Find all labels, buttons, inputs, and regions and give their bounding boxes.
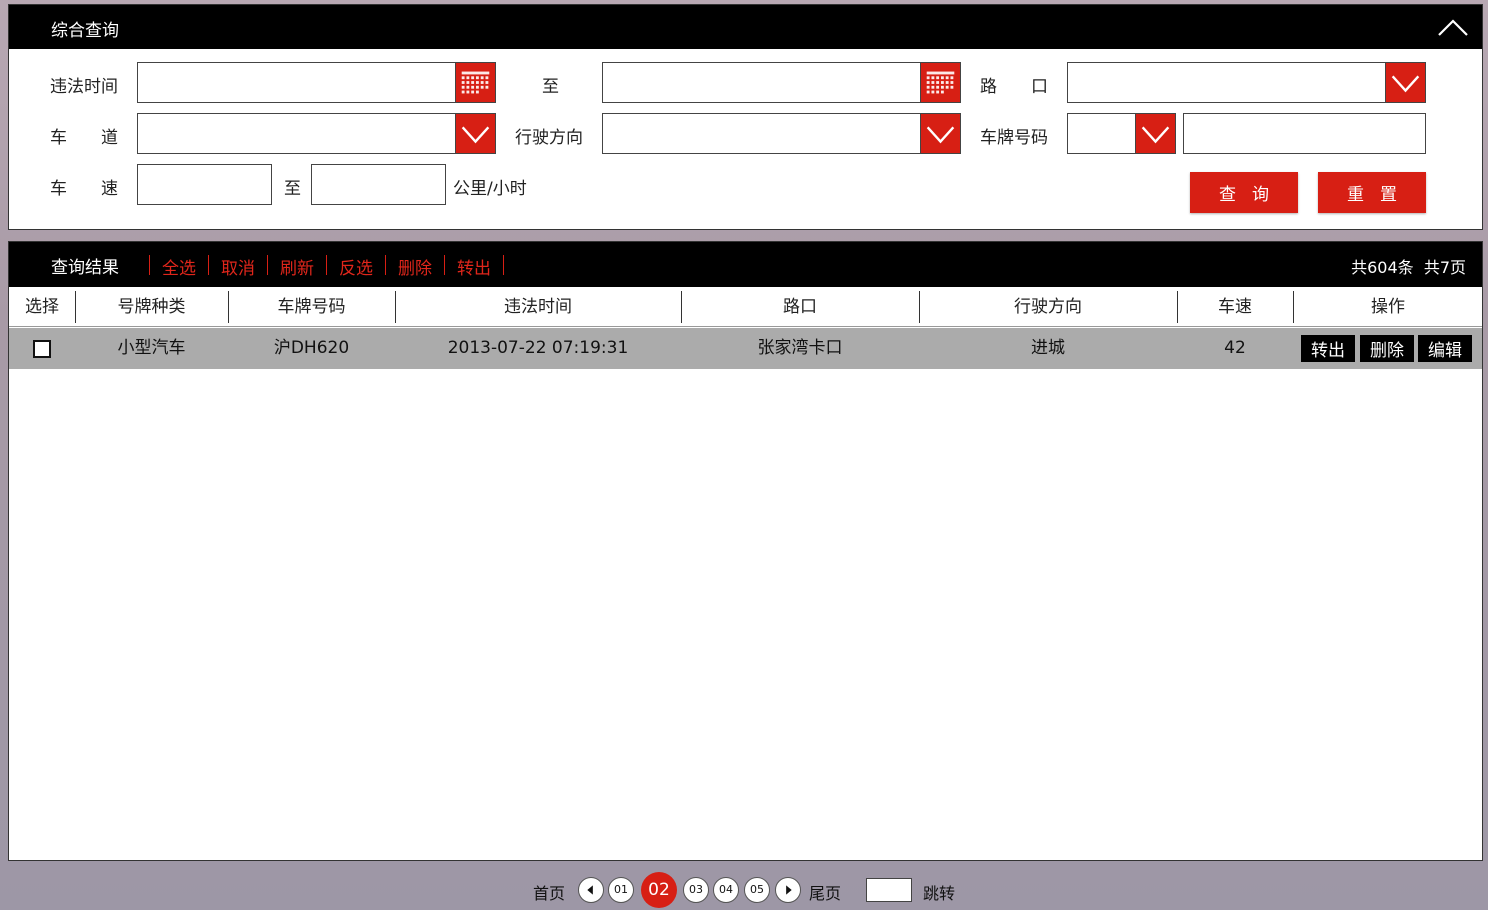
- cell-plate-no: 沪DH620: [273, 338, 350, 358]
- calendar-icon[interactable]: [455, 62, 496, 103]
- next-page-icon[interactable]: [775, 877, 801, 903]
- direction-select[interactable]: [602, 113, 922, 154]
- page-01[interactable]: 01: [608, 877, 634, 903]
- direction-label: 行驶方向: [515, 128, 583, 148]
- delete-action[interactable]: 删除: [386, 254, 444, 279]
- speed-min-input[interactable]: [137, 164, 272, 205]
- plate-prefix-select[interactable]: [1067, 113, 1137, 154]
- row-export-button[interactable]: 转出: [1301, 335, 1355, 362]
- table-header: 选择 号牌种类 车牌号码 违法时间 路口 行驶方向 车速 操作: [9, 287, 1482, 327]
- to-label-1: 至: [542, 77, 559, 97]
- first-page-link[interactable]: 首页: [533, 880, 565, 904]
- violation-time-label: 违法时间: [50, 77, 118, 97]
- jump-page-input[interactable]: [866, 878, 912, 902]
- col-intersection: 路口: [783, 297, 817, 317]
- results-actions: 全选 取消 刷新 反选 删除 转出: [149, 254, 504, 279]
- invert-selection-action[interactable]: 反选: [327, 254, 385, 279]
- col-speed: 车速: [1218, 297, 1252, 317]
- cell-plate-type: 小型汽车: [117, 338, 186, 358]
- speed-max-input[interactable]: [311, 164, 446, 205]
- time-start-input[interactable]: [137, 62, 457, 103]
- page-04[interactable]: 04: [713, 877, 739, 903]
- row-edit-button[interactable]: 编辑: [1418, 335, 1472, 362]
- row-delete-button[interactable]: 删除: [1360, 335, 1414, 362]
- to-label-2: 至: [284, 179, 301, 199]
- col-time: 违法时间: [504, 297, 572, 317]
- query-header: 综合查询: [9, 5, 1482, 49]
- speed-label: 车 速: [50, 179, 118, 199]
- prev-page-icon[interactable]: [578, 877, 604, 903]
- chevron-down-icon[interactable]: [455, 113, 496, 154]
- cancel-action[interactable]: 取消: [209, 254, 267, 279]
- chevron-down-icon[interactable]: [920, 113, 961, 154]
- plate-number-label: 车牌号码: [980, 128, 1048, 148]
- calendar-icon[interactable]: [920, 62, 961, 103]
- lane-label: 车 道: [50, 128, 118, 148]
- results-title: 查询结果: [51, 258, 119, 278]
- cell-time: 2013-07-22 07:19:31: [447, 338, 629, 358]
- cell-direction: 进城: [1031, 338, 1065, 358]
- chevron-down-icon[interactable]: [1135, 113, 1176, 154]
- query-title: 综合查询: [51, 21, 119, 41]
- results-header: 查询结果 全选 取消 刷新 反选 删除 转出 共604条 共7页: [9, 242, 1482, 287]
- chevron-up-icon[interactable]: [1436, 13, 1470, 41]
- page-02-current[interactable]: 02: [641, 872, 677, 908]
- reset-button[interactable]: 重置: [1318, 172, 1426, 213]
- last-page-link[interactable]: 尾页: [809, 880, 841, 904]
- page-05[interactable]: 05: [744, 877, 770, 903]
- time-end-input[interactable]: [602, 62, 922, 103]
- table-row: 小型汽车 沪DH620 2013-07-22 07:19:31 张家湾卡口 进城…: [9, 328, 1482, 369]
- intersection-label: 路 口: [980, 77, 1048, 97]
- total-records: 共604条: [1351, 258, 1414, 277]
- col-actions: 操作: [1371, 297, 1405, 317]
- plate-input[interactable]: [1183, 113, 1426, 154]
- speed-unit-label: 公里/小时: [453, 179, 527, 199]
- query-panel: 综合查询 违法时间 至 路 口 车 道 行驶方向 车牌号码 车 速 至 公里/小…: [8, 4, 1483, 230]
- col-plate-no: 车牌号码: [277, 297, 346, 317]
- jump-button[interactable]: 跳转: [923, 880, 955, 904]
- col-direction: 行驶方向: [1014, 297, 1082, 317]
- refresh-action[interactable]: 刷新: [268, 254, 326, 279]
- lane-select[interactable]: [137, 113, 457, 154]
- intersection-select[interactable]: [1067, 62, 1387, 103]
- results-panel: 查询结果 全选 取消 刷新 反选 删除 转出 共604条 共7页 选择 号牌种类…: [8, 241, 1483, 861]
- cell-speed: 42: [1224, 338, 1246, 358]
- col-plate-type: 号牌种类: [117, 297, 186, 317]
- cell-intersection: 张家湾卡口: [757, 338, 843, 358]
- col-select: 选择: [25, 297, 59, 317]
- search-button[interactable]: 查询: [1190, 172, 1298, 213]
- total-pages: 共7页: [1423, 258, 1466, 277]
- select-all-action[interactable]: 全选: [150, 254, 208, 279]
- page-03[interactable]: 03: [683, 877, 709, 903]
- row-checkbox[interactable]: [33, 340, 51, 358]
- chevron-down-icon[interactable]: [1385, 62, 1426, 103]
- record-count: 共604条 共7页: [1351, 254, 1466, 278]
- export-action[interactable]: 转出: [445, 254, 503, 279]
